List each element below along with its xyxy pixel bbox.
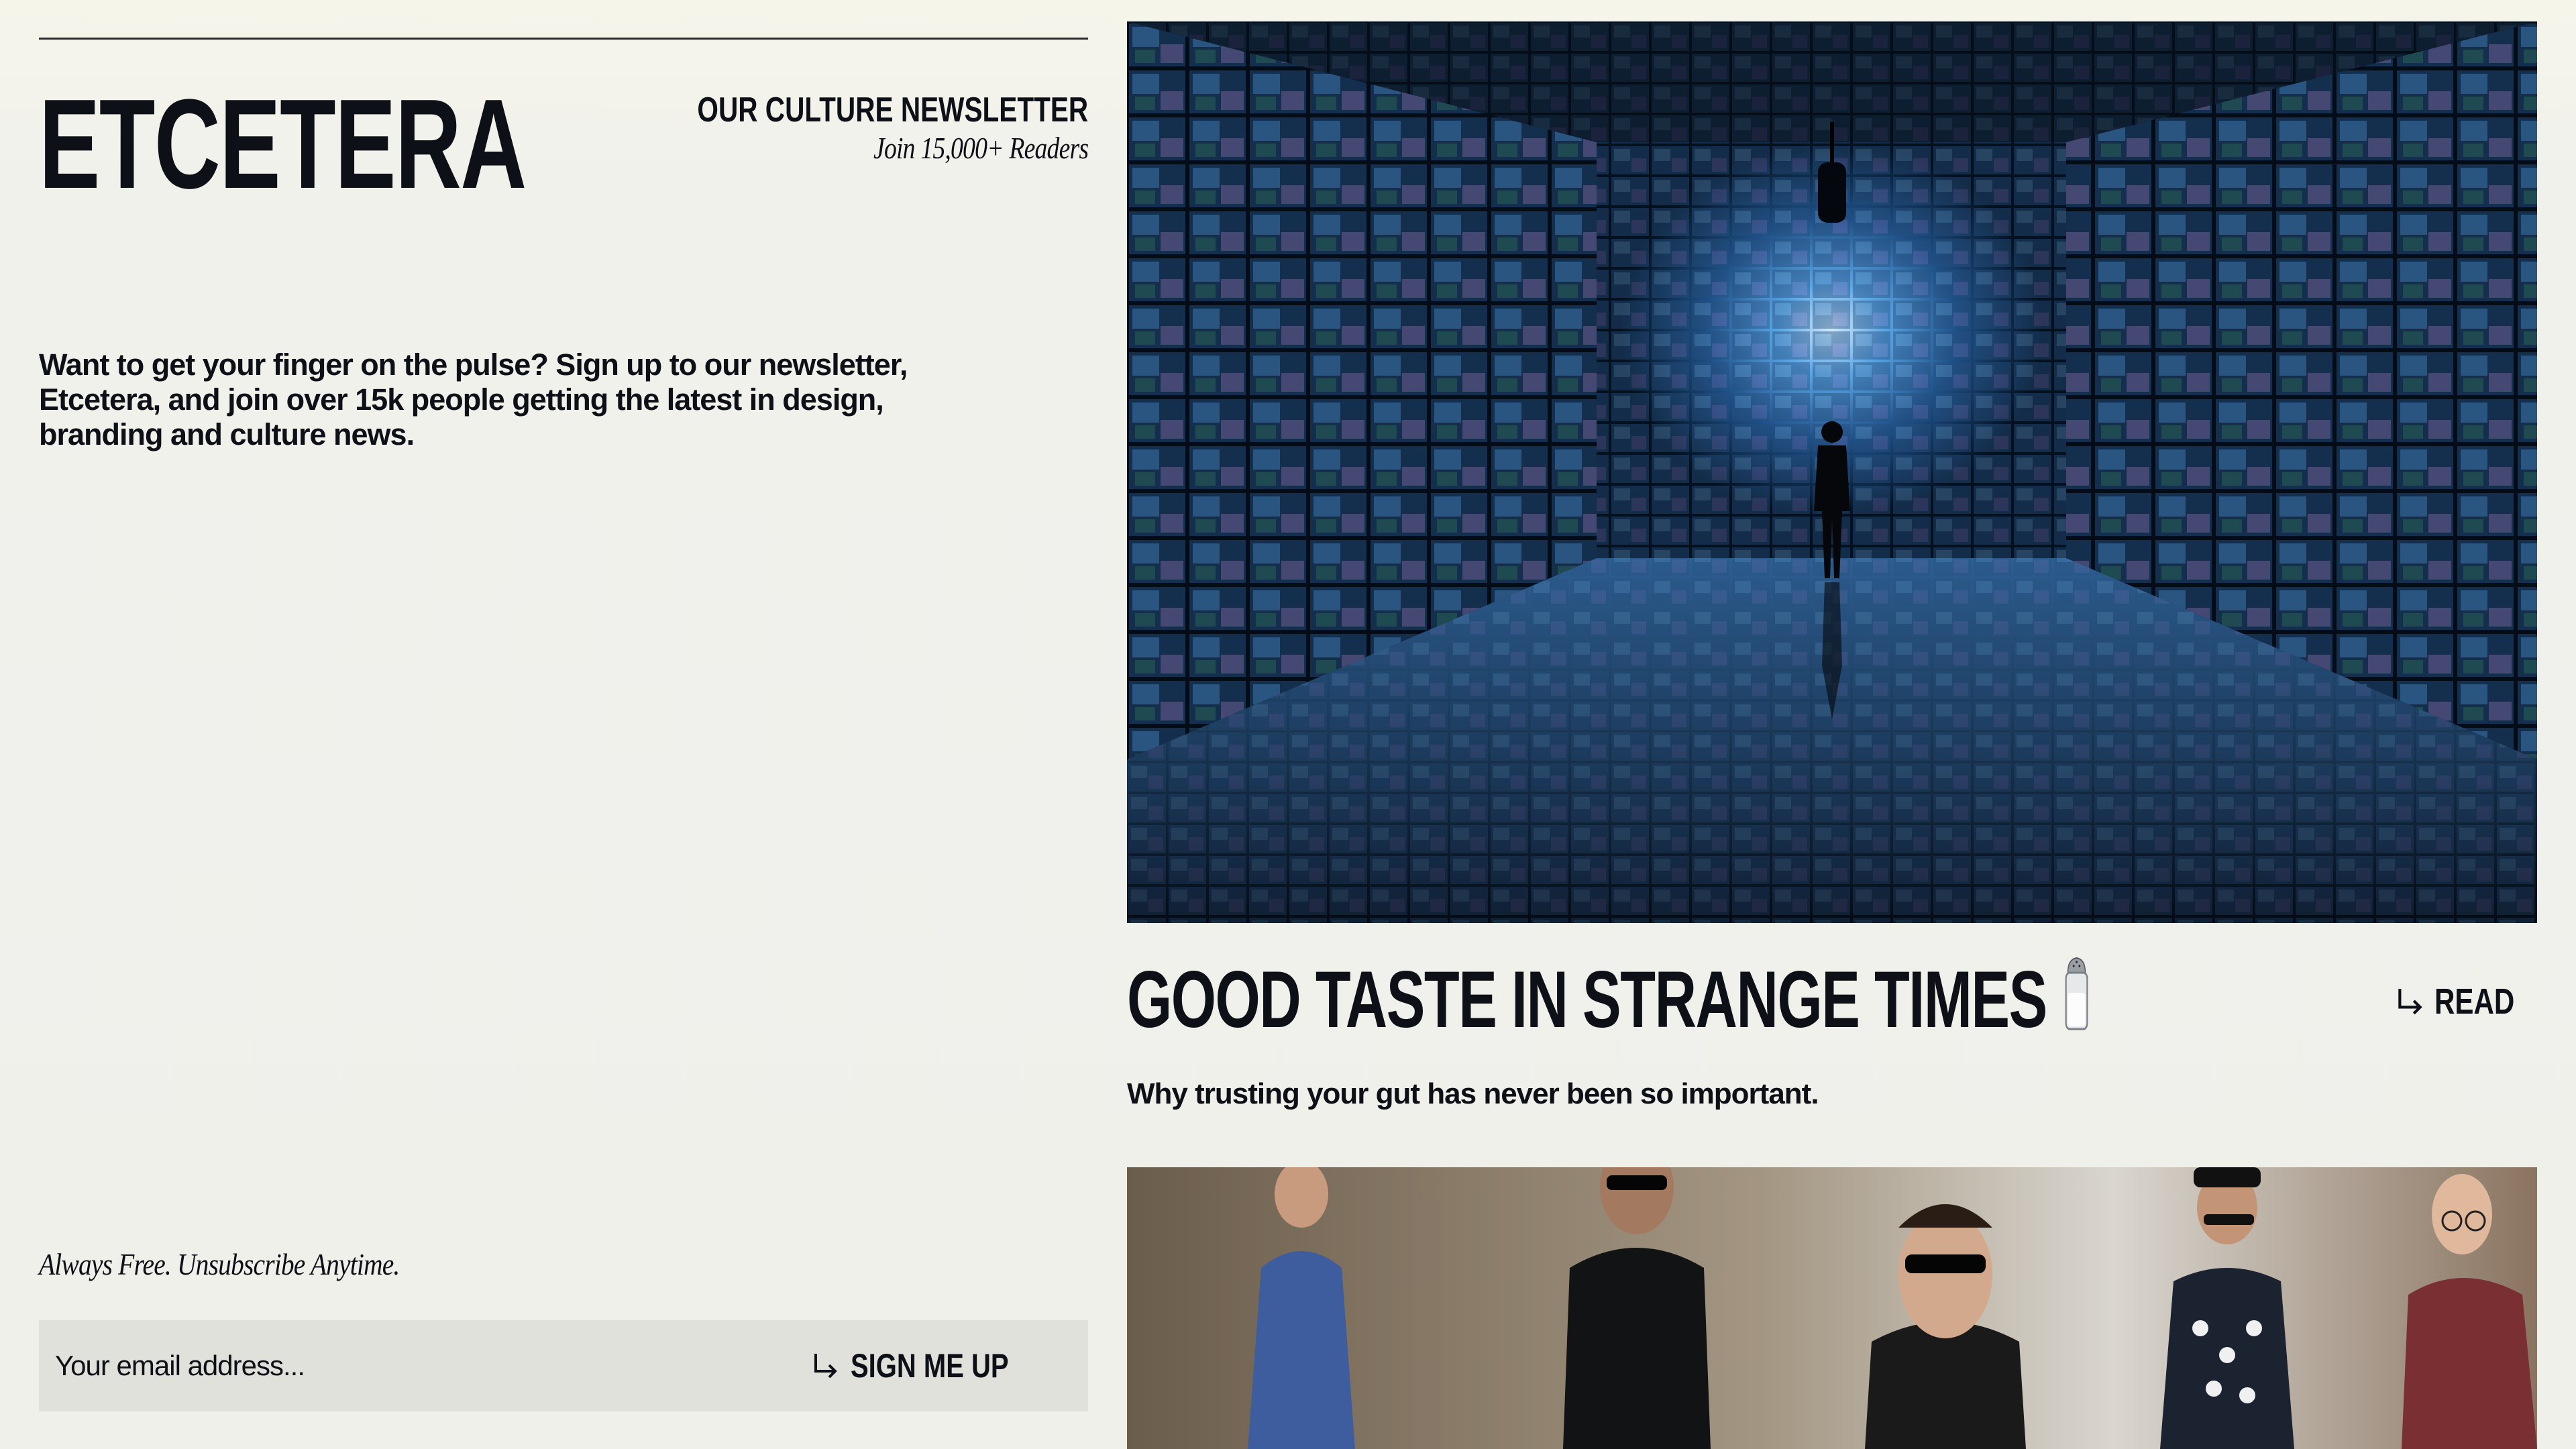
arrow-return-right-icon	[2394, 986, 2425, 1017]
second-article-image[interactable]	[1127, 1167, 2537, 1449]
sign-up-button[interactable]: SIGN ME UP	[797, 1320, 1088, 1411]
top-divider	[39, 38, 1088, 40]
newsletter-header: OUR CULTURE NEWSLETTER Join 15,000+ Read…	[587, 91, 1089, 165]
article-subtitle: Why trusting your gut has never been so …	[1127, 1077, 1819, 1110]
article-heading-row: GOOD TASTE IN STRANGE TIMES READ	[1127, 953, 2537, 1053]
article-hero-image[interactable]	[1127, 21, 2537, 923]
read-label: READ	[2434, 981, 2515, 1022]
article-title[interactable]: GOOD TASTE IN STRANGE TIMES	[1127, 953, 2092, 1046]
intro-text: Want to get your finger on the pulse? Si…	[39, 347, 908, 451]
newsletter-label: OUR CULTURE NEWSLETTER	[697, 91, 1088, 129]
arrow-return-right-icon	[810, 1351, 840, 1381]
newsletter-panel: ETCETERA OUR CULTURE NEWSLETTER Join 15,…	[39, 0, 1089, 1449]
sign-up-label: SIGN ME UP	[850, 1347, 1009, 1385]
signup-tagline: Always Free. Unsubscribe Anytime.	[39, 1247, 400, 1281]
readers-count-label: Join 15,000+ Readers	[873, 131, 1089, 165]
brand-title: ETCETERA	[39, 73, 527, 215]
article-feed: GOOD TASTE IN STRANGE TIMES READ Why tru…	[1127, 21, 2537, 1449]
salt-shaker-icon	[2061, 953, 2092, 1046]
read-article-link[interactable]: READ	[2394, 981, 2537, 1022]
email-input[interactable]	[39, 1320, 797, 1411]
signup-form: SIGN ME UP	[39, 1320, 1088, 1411]
article-title-text: GOOD TASTE IN STRANGE TIMES	[1127, 954, 2047, 1044]
